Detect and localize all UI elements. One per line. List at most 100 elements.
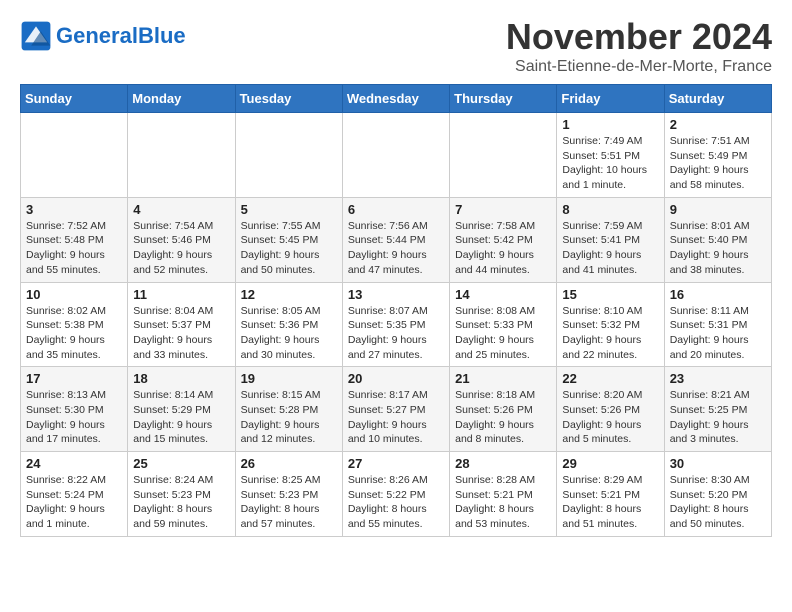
calendar-cell: 14 Sunrise: 8:08 AM Sunset: 5:33 PM Dayli… <box>450 282 557 367</box>
day-number: 27 <box>348 456 444 471</box>
day-number: 25 <box>133 456 229 471</box>
calendar-cell: 2Sunrise: 7:51 AM Sunset: 5:49 PM Daylig… <box>664 113 771 198</box>
calendar-cell <box>235 113 342 198</box>
day-number: 13 <box>348 287 444 302</box>
calendar-cell: 15 Sunrise: 8:10 AM Sunset: 5:32 PM Dayli… <box>557 282 664 367</box>
day-number: 5 <box>241 202 337 217</box>
day-number: 16 <box>670 287 766 302</box>
calendar-week-1: 1 Sunrise: 7:49 AM Sunset: 5:51 PM Daylig… <box>21 113 772 198</box>
logo-general: General <box>56 23 138 48</box>
calendar-cell: 28 Sunrise: 8:28 AM Sunset: 5:21 PM Dayli… <box>450 452 557 537</box>
calendar-cell <box>342 113 449 198</box>
day-info: Sunrise: 8:05 AM Sunset: 5:36 PM Dayligh… <box>241 304 337 363</box>
day-info: Sunrise: 8:28 AM Sunset: 5:21 PM Dayligh… <box>455 473 551 532</box>
day-info: Sunrise: 8:08 AM Sunset: 5:33 PM Dayligh… <box>455 304 551 363</box>
calendar-cell: 9Sunrise: 8:01 AM Sunset: 5:40 PM Daylig… <box>664 197 771 282</box>
day-number: 28 <box>455 456 551 471</box>
calendar-cell: 17 Sunrise: 8:13 AM Sunset: 5:30 PM Dayli… <box>21 367 128 452</box>
calendar-cell: 6Sunrise: 7:56 AM Sunset: 5:44 PM Daylig… <box>342 197 449 282</box>
calendar-cell: 5 Sunrise: 7:55 AM Sunset: 5:45 PM Daylig… <box>235 197 342 282</box>
day-info: Sunrise: 8:02 AM Sunset: 5:38 PM Dayligh… <box>26 304 122 363</box>
day-info: Sunrise: 8:21 AM Sunset: 5:25 PM Dayligh… <box>670 388 766 447</box>
day-number: 17 <box>26 371 122 386</box>
day-info: Sunrise: 7:58 AM Sunset: 5:42 PM Dayligh… <box>455 219 551 278</box>
day-number: 1 <box>562 117 658 132</box>
day-info: Sunrise: 8:10 AM Sunset: 5:32 PM Dayligh… <box>562 304 658 363</box>
calendar-body: 1 Sunrise: 7:49 AM Sunset: 5:51 PM Daylig… <box>21 113 772 537</box>
month-title: November 2024 <box>506 16 772 58</box>
day-info: Sunrise: 7:49 AM Sunset: 5:51 PM Dayligh… <box>562 134 658 193</box>
calendar-cell: 13Sunrise: 8:07 AM Sunset: 5:35 PM Dayli… <box>342 282 449 367</box>
day-number: 11 <box>133 287 229 302</box>
calendar-cell: 29 Sunrise: 8:29 AM Sunset: 5:21 PM Dayli… <box>557 452 664 537</box>
day-number: 23 <box>670 371 766 386</box>
col-saturday: Saturday <box>664 85 771 113</box>
day-number: 26 <box>241 456 337 471</box>
calendar-week-4: 17 Sunrise: 8:13 AM Sunset: 5:30 PM Dayli… <box>21 367 772 452</box>
logo-blue: Blue <box>138 23 186 48</box>
day-info: Sunrise: 8:11 AM Sunset: 5:31 PM Dayligh… <box>670 304 766 363</box>
page-header: GeneralBlue November 2024 Saint-Etienne-… <box>20 16 772 76</box>
day-info: Sunrise: 8:20 AM Sunset: 5:26 PM Dayligh… <box>562 388 658 447</box>
day-info: Sunrise: 8:15 AM Sunset: 5:28 PM Dayligh… <box>241 388 337 447</box>
calendar-cell: 11 Sunrise: 8:04 AM Sunset: 5:37 PM Dayli… <box>128 282 235 367</box>
day-info: Sunrise: 7:52 AM Sunset: 5:48 PM Dayligh… <box>26 219 122 278</box>
calendar-cell: 18Sunrise: 8:14 AM Sunset: 5:29 PM Dayli… <box>128 367 235 452</box>
day-number: 22 <box>562 371 658 386</box>
day-number: 4 <box>133 202 229 217</box>
day-number: 18 <box>133 371 229 386</box>
day-number: 29 <box>562 456 658 471</box>
day-info: Sunrise: 8:13 AM Sunset: 5:30 PM Dayligh… <box>26 388 122 447</box>
calendar-cell: 8 Sunrise: 7:59 AM Sunset: 5:41 PM Daylig… <box>557 197 664 282</box>
calendar-cell: 1 Sunrise: 7:49 AM Sunset: 5:51 PM Daylig… <box>557 113 664 198</box>
calendar-cell: 4Sunrise: 7:54 AM Sunset: 5:46 PM Daylig… <box>128 197 235 282</box>
calendar-cell: 22 Sunrise: 8:20 AM Sunset: 5:26 PM Dayli… <box>557 367 664 452</box>
day-info: Sunrise: 8:25 AM Sunset: 5:23 PM Dayligh… <box>241 473 337 532</box>
day-info: Sunrise: 8:22 AM Sunset: 5:24 PM Dayligh… <box>26 473 122 532</box>
weekday-header-row: Sunday Monday Tuesday Wednesday Thursday… <box>21 85 772 113</box>
calendar-cell: 12 Sunrise: 8:05 AM Sunset: 5:36 PM Dayli… <box>235 282 342 367</box>
day-number: 10 <box>26 287 122 302</box>
day-number: 20 <box>348 371 444 386</box>
col-monday: Monday <box>128 85 235 113</box>
calendar-cell: 24 Sunrise: 8:22 AM Sunset: 5:24 PM Dayli… <box>21 452 128 537</box>
day-info: Sunrise: 7:51 AM Sunset: 5:49 PM Dayligh… <box>670 134 766 193</box>
day-info: Sunrise: 8:04 AM Sunset: 5:37 PM Dayligh… <box>133 304 229 363</box>
day-number: 14 <box>455 287 551 302</box>
day-info: Sunrise: 8:26 AM Sunset: 5:22 PM Dayligh… <box>348 473 444 532</box>
day-number: 6 <box>348 202 444 217</box>
day-info: Sunrise: 7:59 AM Sunset: 5:41 PM Dayligh… <box>562 219 658 278</box>
day-number: 24 <box>26 456 122 471</box>
calendar-week-3: 10 Sunrise: 8:02 AM Sunset: 5:38 PM Dayli… <box>21 282 772 367</box>
calendar-cell: 26 Sunrise: 8:25 AM Sunset: 5:23 PM Dayli… <box>235 452 342 537</box>
day-number: 15 <box>562 287 658 302</box>
calendar-table: Sunday Monday Tuesday Wednesday Thursday… <box>20 84 772 537</box>
calendar-cell: 30 Sunrise: 8:30 AM Sunset: 5:20 PM Dayli… <box>664 452 771 537</box>
calendar-header: Sunday Monday Tuesday Wednesday Thursday… <box>21 85 772 113</box>
col-wednesday: Wednesday <box>342 85 449 113</box>
calendar-cell <box>21 113 128 198</box>
day-number: 8 <box>562 202 658 217</box>
day-info: Sunrise: 8:29 AM Sunset: 5:21 PM Dayligh… <box>562 473 658 532</box>
calendar-cell: 25Sunrise: 8:24 AM Sunset: 5:23 PM Dayli… <box>128 452 235 537</box>
calendar-cell: 20Sunrise: 8:17 AM Sunset: 5:27 PM Dayli… <box>342 367 449 452</box>
day-number: 12 <box>241 287 337 302</box>
day-number: 3 <box>26 202 122 217</box>
calendar-cell <box>450 113 557 198</box>
calendar-cell <box>128 113 235 198</box>
col-friday: Friday <box>557 85 664 113</box>
logo-text: GeneralBlue <box>56 24 186 48</box>
logo-icon <box>20 20 52 52</box>
title-section: November 2024 Saint-Etienne-de-Mer-Morte… <box>506 16 772 76</box>
calendar-cell: 3 Sunrise: 7:52 AM Sunset: 5:48 PM Daylig… <box>21 197 128 282</box>
calendar-cell: 21Sunrise: 8:18 AM Sunset: 5:26 PM Dayli… <box>450 367 557 452</box>
day-info: Sunrise: 8:01 AM Sunset: 5:40 PM Dayligh… <box>670 219 766 278</box>
location-title: Saint-Etienne-de-Mer-Morte, France <box>506 58 772 76</box>
logo: GeneralBlue <box>20 20 186 52</box>
day-number: 7 <box>455 202 551 217</box>
day-info: Sunrise: 8:30 AM Sunset: 5:20 PM Dayligh… <box>670 473 766 532</box>
calendar-week-2: 3 Sunrise: 7:52 AM Sunset: 5:48 PM Daylig… <box>21 197 772 282</box>
calendar-cell: 7 Sunrise: 7:58 AM Sunset: 5:42 PM Daylig… <box>450 197 557 282</box>
day-number: 30 <box>670 456 766 471</box>
day-info: Sunrise: 7:55 AM Sunset: 5:45 PM Dayligh… <box>241 219 337 278</box>
